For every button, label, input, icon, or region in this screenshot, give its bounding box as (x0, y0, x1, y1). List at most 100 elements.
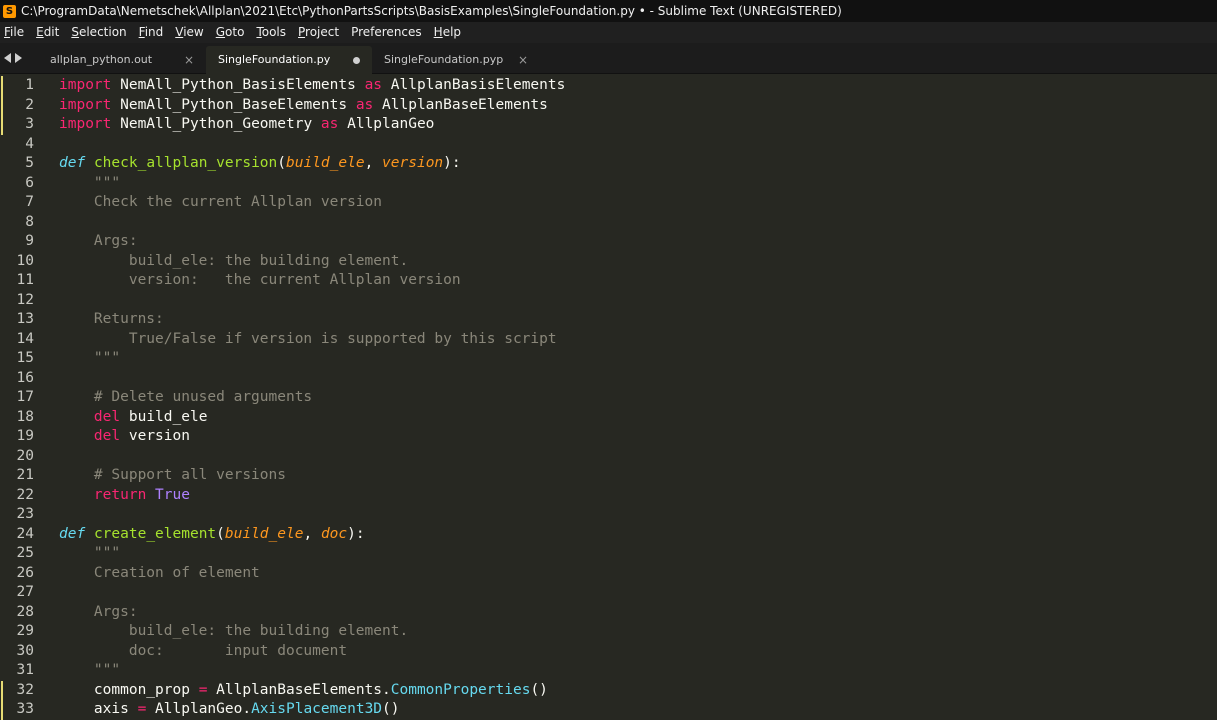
code-token: AxisPlacement3D (251, 701, 383, 717)
line-number: 29 (16, 623, 34, 639)
code-line[interactable]: 26 Creation of element (0, 564, 1217, 584)
code-token: ( (277, 155, 286, 171)
menu-label: election (78, 25, 127, 39)
code-line[interactable]: 20 (0, 447, 1217, 467)
line-number: 15 (16, 350, 34, 366)
code-line[interactable]: 22 return True (0, 486, 1217, 506)
menu-tools[interactable]: Tools (250, 22, 292, 43)
menu-preferences[interactable]: Preferences (345, 22, 428, 43)
code-token: return (93, 486, 147, 503)
code-line[interactable]: 28 Args: (0, 603, 1217, 623)
code-line[interactable]: 3 import NemAll_Python_Geometry as Allpla… (0, 115, 1217, 135)
code-line[interactable]: 33 axis = AllplanGeo.AxisPlacement3D() (0, 700, 1217, 720)
menu-selection[interactable]: Selection (65, 22, 132, 43)
code-line[interactable]: 4 (0, 135, 1217, 155)
code-token: ): (443, 155, 461, 171)
code-line[interactable]: 27 (0, 583, 1217, 603)
code-line[interactable]: 15 """ (0, 349, 1217, 369)
code-line[interactable]: 30 doc: input document (0, 642, 1217, 662)
menu-label: elp (442, 25, 462, 39)
code-line[interactable]: 29 build_ele: the building element. (0, 622, 1217, 642)
line-code: Returns: (59, 310, 164, 330)
code-token: () (530, 681, 548, 698)
line-code: Creation of element (59, 564, 260, 584)
code-line[interactable]: 1 import NemAll_Python_BasisElements as A… (0, 76, 1217, 96)
menu-label: ile (10, 25, 25, 39)
line-code: common_prop = AllplanBaseElements.Common… (59, 681, 548, 701)
line-code: del build_ele (59, 408, 208, 428)
tab-bar: allplan_python.out × SingleFoundation.py Si… (0, 43, 1217, 74)
tab-close-icon[interactable]: × (518, 46, 528, 74)
menu-edit[interactable]: Edit (30, 22, 65, 43)
code-line[interactable]: 31 """ (0, 661, 1217, 681)
code-token: common_prop (59, 681, 199, 698)
code-line[interactable]: 24 def create_element(build_ele, doc): (0, 525, 1217, 545)
menu-mnemonic: G (215, 25, 226, 39)
code-token: build_ele: the building element. (59, 252, 409, 269)
code-line[interactable]: 13 Returns: (0, 310, 1217, 330)
tab-scroll-right-icon[interactable] (15, 53, 22, 63)
code-line[interactable]: 32 common_prop = AllplanBaseElements.Com… (0, 680, 1217, 701)
menu-label: dit (43, 25, 60, 39)
tab-singlefoundation-pyp[interactable]: SingleFoundation.pyp × (372, 46, 538, 74)
line-code: build_ele: the building element. (59, 252, 408, 272)
line-code: """ (59, 174, 120, 194)
line-code: True/False if version is supported by th… (59, 330, 557, 350)
code-token: True (155, 486, 190, 503)
tab-label: SingleFoundation.pyp (384, 53, 504, 66)
line-code: axis = AllplanGeo.AxisPlacement3D() (59, 700, 400, 720)
code-line[interactable]: 21 # Support all versions (0, 466, 1217, 486)
code-line[interactable]: 12 (0, 291, 1217, 311)
code-line[interactable]: 19 del version (0, 427, 1217, 447)
line-code: Args: (59, 232, 138, 252)
code-token: AllplanBasisElements (382, 77, 566, 93)
line-number: 7 (25, 194, 34, 210)
code-line[interactable]: 9 Args: (0, 232, 1217, 252)
code-line[interactable]: 10 build_ele: the building element. (0, 252, 1217, 272)
tab-close-icon[interactable]: × (184, 46, 194, 74)
code-line[interactable]: 25 """ (0, 544, 1217, 564)
line-number: 9 (25, 233, 34, 249)
menu-find[interactable]: Find (133, 22, 170, 43)
menu-file[interactable]: File (0, 22, 30, 43)
tab-singlefoundation-py[interactable]: SingleFoundation.py (206, 46, 372, 74)
code-token: del (93, 428, 121, 444)
code-line[interactable]: 7 Check the current Allplan version (0, 193, 1217, 213)
menu-mnemonic: E (36, 25, 44, 39)
code-line[interactable]: 11 version: the current Allplan version (0, 271, 1217, 291)
code-token: import (59, 96, 112, 113)
code-line[interactable]: 8 (0, 213, 1217, 233)
unsaved-dot-icon[interactable] (353, 57, 360, 64)
tab-label: SingleFoundation.py (218, 53, 331, 66)
line-number: 14 (16, 330, 34, 347)
code-line[interactable]: 6 """ (0, 174, 1217, 194)
menu-view[interactable]: View (169, 22, 209, 43)
code-line[interactable]: 2 import NemAll_Python_BaseElements as Al… (0, 95, 1217, 115)
code-line[interactable]: 16 (0, 369, 1217, 389)
code-token: import (59, 116, 112, 132)
tab-label: allplan_python.out (50, 53, 153, 66)
code-line[interactable]: 17 # Delete unused arguments (0, 388, 1217, 408)
menu-project[interactable]: Project (292, 22, 345, 43)
menu-label: Preferences (351, 25, 422, 39)
code-editor[interactable]: 1 import NemAll_Python_BasisElements as A… (0, 74, 1217, 720)
line-number: 23 (16, 506, 34, 522)
menu-goto[interactable]: Goto (210, 22, 251, 43)
code-line[interactable]: 18 del build_ele (0, 408, 1217, 428)
tab-allplan-python-out[interactable]: allplan_python.out × (38, 46, 204, 74)
tab-scroll-left-icon[interactable] (4, 53, 11, 63)
code-line[interactable]: 14 True/False if version is supported by… (0, 330, 1217, 350)
sublime-app-icon[interactable]: S (3, 4, 16, 18)
line-number: 27 (16, 584, 34, 600)
code-token: , (303, 525, 321, 542)
code-line[interactable]: 5 def check_allplan_version(build_ele, ve… (0, 154, 1217, 174)
code-token: CommonProperties (390, 681, 531, 698)
menu-help[interactable]: Help (428, 22, 467, 43)
line-number: 25 (16, 545, 34, 561)
line-number: 4 (25, 135, 34, 152)
code-token: NemAll_Python_BaseElements (111, 96, 356, 113)
code-token: Args: (59, 233, 138, 249)
line-number: 10 (16, 252, 34, 269)
code-line[interactable]: 23 (0, 505, 1217, 525)
